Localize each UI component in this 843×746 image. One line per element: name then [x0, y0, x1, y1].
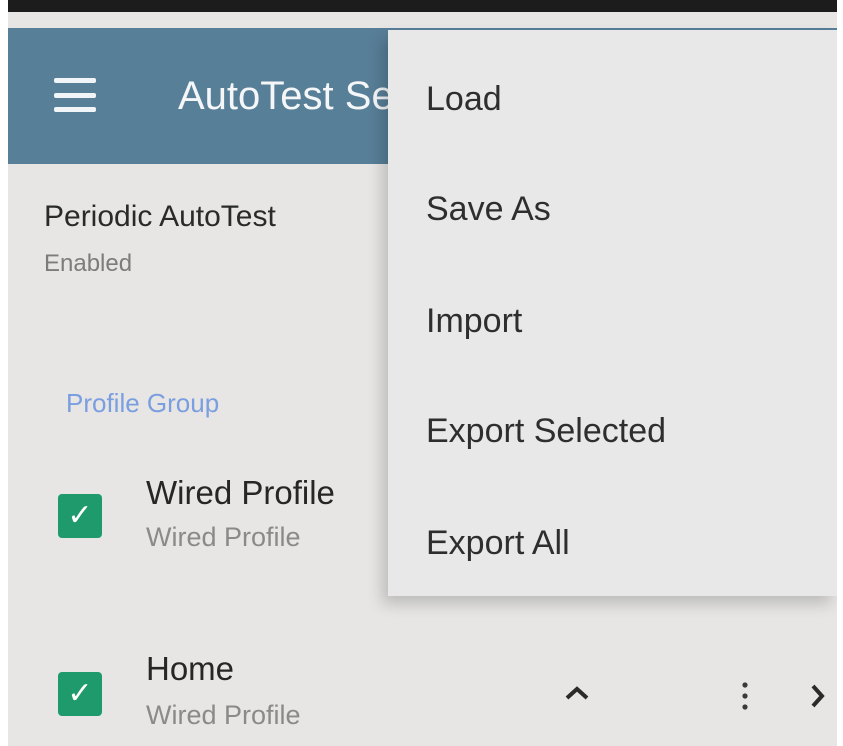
- profile-name[interactable]: Wired Profile: [146, 474, 335, 512]
- menu-item-label: Import: [426, 301, 523, 340]
- chevron-up-icon[interactable]: [560, 676, 594, 710]
- autotest-settings-screen: AutoTest Settings Periodic AutoTest Enab…: [8, 12, 837, 746]
- menu-item-export-all[interactable]: Export All: [388, 488, 837, 598]
- profile-checkbox[interactable]: ✓: [58, 494, 102, 538]
- top-edge: [0, 0, 843, 12]
- menu-item-label: Load: [426, 79, 502, 118]
- left-edge: [0, 0, 8, 746]
- profile-checkbox[interactable]: ✓: [58, 672, 102, 716]
- checkmark-icon: ✓: [67, 499, 93, 532]
- menu-item-label: Export All: [426, 523, 570, 562]
- menu-item-export-selected[interactable]: Export Selected: [388, 376, 837, 486]
- menu-item-label: Save As: [426, 189, 551, 228]
- menu-item-load[interactable]: Load: [388, 44, 837, 154]
- menu-item-label: Export Selected: [426, 411, 667, 450]
- hamburger-menu-icon[interactable]: [54, 78, 96, 112]
- checkmark-icon: ✓: [67, 677, 93, 710]
- profile-name[interactable]: Home: [146, 650, 234, 688]
- menu-item-import[interactable]: Import: [388, 266, 837, 376]
- periodic-autotest-status: Enabled: [44, 250, 133, 277]
- profile-group-label: Profile Group: [66, 388, 220, 418]
- profile-type: Wired Profile: [146, 700, 301, 730]
- overflow-menu: Load Save As Import Export Selected Expo…: [388, 30, 837, 596]
- chevron-right-icon[interactable]: [802, 676, 832, 716]
- menu-item-save-as[interactable]: Save As: [388, 154, 837, 264]
- periodic-autotest-title[interactable]: Periodic AutoTest: [44, 200, 276, 234]
- profile-type: Wired Profile: [146, 522, 301, 552]
- more-vertical-icon[interactable]: [730, 676, 760, 716]
- right-edge: [837, 0, 843, 746]
- screen: AutoTest Settings Periodic AutoTest Enab…: [0, 0, 843, 746]
